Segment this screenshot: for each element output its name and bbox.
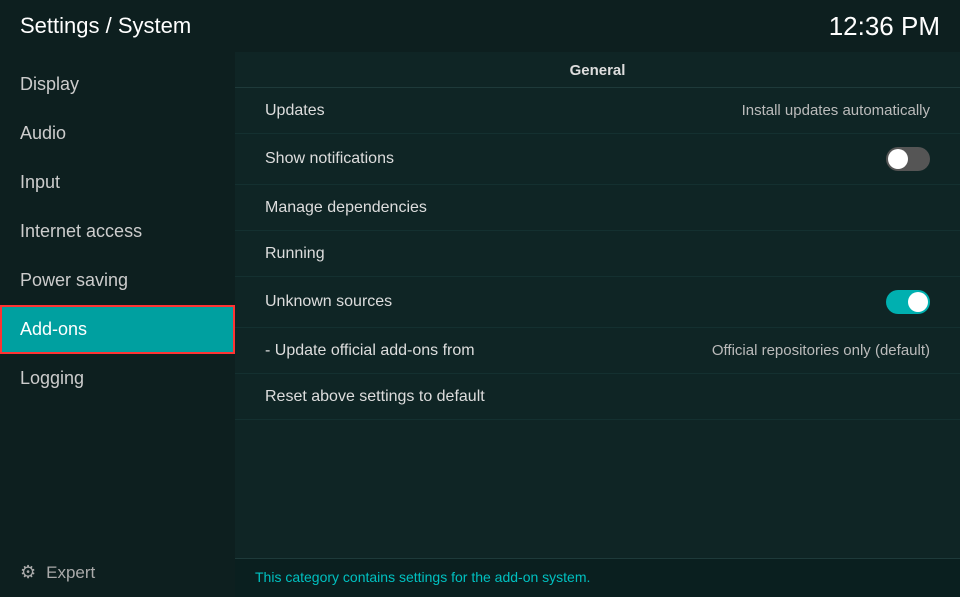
content-panel: General Updates Install updates automatic… [235, 52, 960, 597]
sidebar-item-display[interactable]: Display [0, 60, 235, 109]
toggle-knob-unknown-sources [908, 292, 928, 312]
setting-value-update-official-addons: Official repositories only (default) [712, 342, 930, 359]
setting-row-manage-dependencies[interactable]: Manage dependencies [235, 185, 960, 231]
setting-row-unknown-sources[interactable]: Unknown sources [235, 277, 960, 328]
sidebar-item-audio[interactable]: Audio [0, 109, 235, 158]
sidebar-item-logging[interactable]: Logging [0, 354, 235, 403]
toggle-unknown-sources[interactable] [886, 290, 930, 314]
sidebar-item-power-saving[interactable]: Power saving [0, 256, 235, 305]
sidebar: DisplayAudioInputInternet accessPower sa… [0, 52, 235, 597]
sidebar-item-internet-access[interactable]: Internet access [0, 207, 235, 256]
setting-row-running[interactable]: Running [235, 231, 960, 277]
setting-label-update-official-addons: - Update official add-ons from [265, 342, 475, 360]
setting-row-show-notifications[interactable]: Show notifications [235, 134, 960, 185]
setting-label-running: Running [265, 245, 325, 263]
setting-label-unknown-sources: Unknown sources [265, 293, 392, 311]
status-text: This category contains settings for the … [255, 569, 590, 585]
page-title: Settings / System [20, 13, 191, 39]
sidebar-footer[interactable]: ⚙ Expert [0, 548, 235, 597]
section-header: General [235, 52, 960, 88]
sidebar-item-input[interactable]: Input [0, 158, 235, 207]
main-layout: DisplayAudioInputInternet accessPower sa… [0, 52, 960, 597]
setting-label-reset-settings: Reset above settings to default [265, 388, 485, 406]
setting-label-show-notifications: Show notifications [265, 150, 394, 168]
settings-list: Updates Install updates automatically Show… [235, 88, 960, 420]
setting-label-manage-dependencies: Manage dependencies [265, 199, 427, 217]
toggle-knob-show-notifications [888, 149, 908, 169]
setting-row-updates[interactable]: Updates Install updates automatically [235, 88, 960, 134]
setting-row-update-official-addons[interactable]: - Update official add-ons from Official r… [235, 328, 960, 374]
clock: 12:36 PM [829, 11, 940, 42]
toggle-show-notifications[interactable] [886, 147, 930, 171]
status-bar: This category contains settings for the … [235, 558, 960, 597]
gear-icon: ⚙ [20, 562, 36, 583]
expert-label: Expert [46, 563, 95, 583]
setting-value-updates: Install updates automatically [742, 102, 930, 119]
header: Settings / System 12:36 PM [0, 0, 960, 52]
sidebar-item-add-ons[interactable]: Add-ons [0, 305, 235, 354]
setting-row-reset-settings[interactable]: Reset above settings to default [235, 374, 960, 420]
setting-label-updates: Updates [265, 102, 325, 120]
